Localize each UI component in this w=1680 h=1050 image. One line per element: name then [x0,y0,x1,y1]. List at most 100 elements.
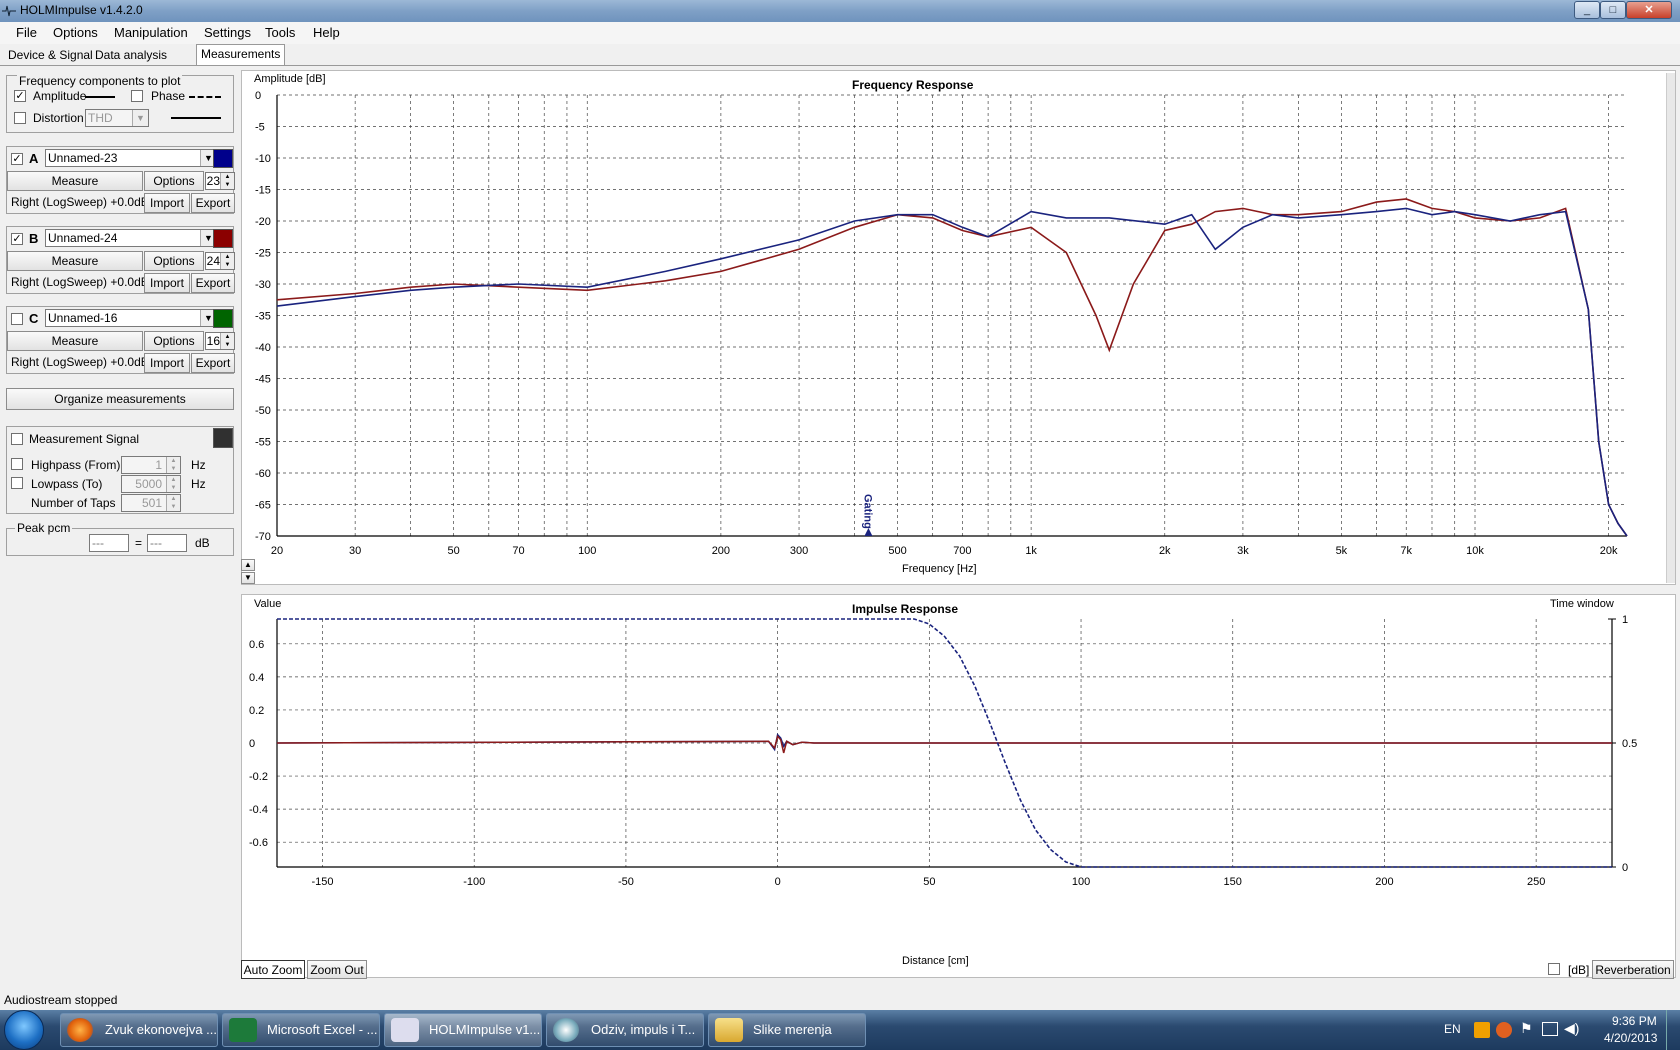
lowpass-label: Lowpass (To) [31,477,103,491]
measurement-signal-checkbox[interactable] [11,433,23,445]
freq-x-tick-label: 50 [448,545,460,557]
lowpass-checkbox[interactable] [11,477,23,489]
freq-y-tick-label: -35 [255,311,271,323]
task-excel[interactable]: Microsoft Excel - ... [222,1013,380,1047]
impulse-response-chart[interactable]: -150 -100 -50 0 50 100 150 200 250 0.6 0.4 0.2 0 -0.2… [242,595,1677,979]
measurement-b-import-button[interactable]: Import [144,273,190,293]
measurement-a-color-swatch[interactable] [213,149,233,168]
measurement-b-options-button[interactable]: Options [144,251,204,271]
measurement-c-options-button[interactable]: Options [144,331,204,351]
app-tray-icon[interactable] [1496,1022,1512,1038]
signal-color-swatch[interactable] [213,428,233,448]
amplitude-line-sample [85,96,115,98]
freq-x-tick-label: 30 [349,545,361,557]
auto-zoom-button[interactable]: Auto Zoom [241,960,305,979]
language-indicator[interactable]: EN [1444,1022,1461,1036]
measurement-b-color-swatch[interactable] [213,229,233,248]
zoom-out-button[interactable]: Zoom Out [307,960,367,979]
task-holmimpulse[interactable]: HOLMImpulse v1... [384,1013,542,1047]
tab-device-signal[interactable]: Device & Signal [4,46,97,66]
volume-icon[interactable]: ◀) [1564,1020,1579,1037]
freq-series-b [276,198,1628,537]
amplitude-checkbox[interactable]: ✓ [14,90,26,102]
freq-x-tick-label: 3k [1237,545,1249,557]
phase-checkbox[interactable] [131,90,143,102]
start-button[interactable] [4,1010,44,1050]
measurement-a-export-button[interactable]: Export [191,193,235,213]
freq-y-tick-label: -40 [255,342,271,354]
task-paint[interactable]: Odziv, impuls i T... [546,1013,704,1047]
menu-settings[interactable]: Settings [204,25,251,40]
minimize-button[interactable]: _ [1574,1,1600,19]
measurement-a-options-button[interactable]: Options [144,171,204,191]
measurement-b-measure-button[interactable]: Measure [7,251,143,271]
peak-equals: = [135,536,143,550]
measurement-a-import-button[interactable]: Import [144,193,190,213]
measurement-b-number-spinner[interactable]: 24 ▲ ▼ [205,252,235,270]
taps-spinner[interactable]: 501 ▲ ▼ [121,494,181,512]
frequency-response-chart[interactable]: 0 -5 -10 -15 -20 -25 -30 -35 -40 -45 -50 -55 -60 -65 -… [242,71,1677,586]
imp-y-tick-label: -0.6 [249,837,268,849]
measurement-signal-label: Measurement Signal [29,432,140,446]
organize-measurements-button[interactable]: Organize measurements [6,388,234,410]
highpass-unit: Hz [191,458,206,472]
measurement-b-letter: B [29,231,39,246]
measurement-c-color-swatch[interactable] [213,309,233,328]
lowpass-unit: Hz [191,477,206,491]
measurement-a-checkbox[interactable]: ✓ [11,153,23,165]
maximize-button[interactable]: □ [1600,1,1626,19]
measurement-c-select[interactable]: Unnamed-16 ▼ [45,309,217,327]
peak-unit: dB [195,536,210,550]
menu-help[interactable]: Help [313,25,340,40]
scroll-down-button[interactable]: ▼ [241,572,255,584]
freq-y-tick-label: -60 [255,468,271,480]
measurement-a-measure-button[interactable]: Measure [7,171,143,191]
menu-options[interactable]: Options [53,25,98,40]
task-firefox[interactable]: Zvuk ekonovejva ... [60,1013,218,1047]
media-icon[interactable] [1474,1022,1490,1038]
measurement-b-select[interactable]: Unnamed-24 ▼ [45,229,217,247]
scroll-up-button[interactable]: ▲ [241,559,255,571]
measurement-a-number-spinner[interactable]: 23 ▲ ▼ [205,172,235,190]
close-button[interactable]: ✕ [1626,1,1672,19]
status-bar: Audiostream stopped [0,990,1680,1010]
freq-x-tick-label: 20k [1600,545,1618,557]
menu-tools[interactable]: Tools [265,25,295,40]
imp-x-tick-label: -100 [463,876,485,888]
tab-data-analysis[interactable]: Data analysis [91,46,171,66]
taskbar: Zvuk ekonovejva ... Microsoft Excel - ..… [0,1010,1680,1050]
measurement-c-measure-button[interactable]: Measure [7,331,143,351]
measurement-c-import-button[interactable]: Import [144,353,190,373]
imp-x-tick-label: -50 [618,876,634,888]
network-icon[interactable] [1542,1022,1558,1036]
freq-x-tick-label: 70 [512,545,524,557]
menu-manipulation[interactable]: Manipulation [114,25,188,40]
imp-y-tick-label: -0.4 [249,804,268,816]
reverberation-button[interactable]: Reverberation [1592,960,1674,979]
db-label: [dB] [1568,963,1590,977]
show-desktop-button[interactable] [1666,1010,1680,1050]
flag-icon[interactable]: ⚑ [1520,1020,1533,1037]
taps-label: Number of Taps [31,496,116,510]
distortion-select[interactable]: THD ▼ [85,109,149,127]
highpass-checkbox[interactable] [11,458,23,470]
freq-x-tick-label: 1k [1025,545,1037,557]
highpass-spinner[interactable]: 1 ▲ ▼ [121,456,181,474]
measurement-a-select[interactable]: Unnamed-23 ▼ [45,149,217,167]
freq-y-tick-label: -65 [255,500,271,512]
measurement-b-export-button[interactable]: Export [191,273,235,293]
measurement-c-checkbox[interactable] [11,313,23,325]
measurement-b-checkbox[interactable]: ✓ [11,233,23,245]
tab-measurements[interactable]: Measurements [196,44,286,66]
menu-bar: File Options Manipulation Settings Tools… [0,22,1680,44]
distortion-checkbox[interactable] [14,112,26,124]
freq-scrollbar[interactable] [1666,73,1675,583]
lowpass-spinner[interactable]: 5000 ▲ ▼ [121,475,181,493]
task-folder[interactable]: Slike merenja [708,1013,866,1047]
menu-file[interactable]: File [16,25,37,40]
measurement-c-export-button[interactable]: Export [191,353,235,373]
db-checkbox[interactable] [1548,963,1560,975]
phase-label: Phase [151,89,186,103]
measurement-c-number-spinner[interactable]: 16 ▲ ▼ [205,332,235,350]
measurement-c-group: C Unnamed-16 ▼ Measure Options 16 ▲ ▼ Right… [6,306,235,374]
